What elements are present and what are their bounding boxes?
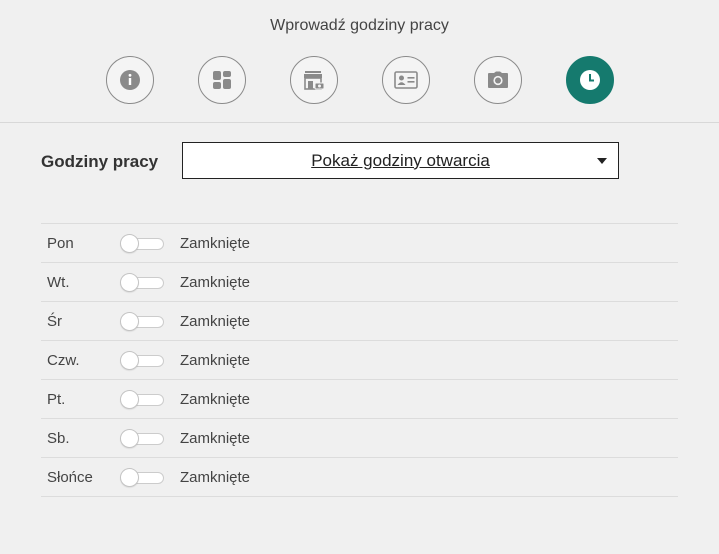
hours-label: Godziny pracy bbox=[41, 152, 159, 171]
day-status: Zamknięte bbox=[180, 352, 251, 369]
day-toggle[interactable] bbox=[120, 390, 164, 409]
step-contact-button[interactable] bbox=[382, 56, 430, 104]
day-row: Śr Zamknięte bbox=[41, 302, 678, 341]
day-row: Słońce Zamknięte bbox=[41, 458, 678, 497]
toggle-knob bbox=[120, 429, 139, 448]
day-name: Sb. bbox=[47, 430, 70, 447]
toggle-knob bbox=[120, 312, 139, 331]
clock-icon bbox=[580, 70, 600, 90]
day-toggle[interactable] bbox=[120, 429, 164, 448]
day-name: Pon bbox=[47, 235, 74, 252]
hours-dropdown[interactable]: Pokaż godziny otwarcia bbox=[182, 142, 619, 179]
page-title: Wprowadź godziny pracy bbox=[270, 17, 449, 34]
day-name: Pt. bbox=[47, 391, 66, 408]
day-row: Wt. Zamknięte bbox=[41, 263, 678, 302]
toggle-knob bbox=[120, 273, 139, 292]
toggle-knob bbox=[120, 351, 139, 370]
day-toggle[interactable] bbox=[120, 312, 164, 331]
day-name: Czw. bbox=[47, 352, 80, 369]
day-row: Pt. Zamknięte bbox=[41, 380, 678, 419]
step-hours-button[interactable] bbox=[566, 56, 614, 104]
hours-dropdown-value: Pokaż godziny otwarcia bbox=[311, 150, 490, 170]
day-name: Wt. bbox=[47, 274, 70, 291]
day-status: Zamknięte bbox=[180, 430, 251, 447]
header-divider bbox=[0, 122, 719, 123]
day-row: Czw. Zamknięte bbox=[41, 341, 678, 380]
step-layout-button[interactable] bbox=[198, 56, 246, 104]
day-status: Zamknięte bbox=[180, 391, 251, 408]
step-photo-button[interactable] bbox=[474, 56, 522, 104]
day-status: Zamknięte bbox=[180, 313, 251, 330]
day-toggle[interactable] bbox=[120, 234, 164, 253]
info-icon bbox=[120, 70, 140, 90]
day-status: Zamknięte bbox=[180, 469, 251, 486]
step-store-button[interactable] bbox=[290, 56, 338, 104]
day-name: Słońce bbox=[47, 469, 93, 486]
toggle-knob bbox=[120, 390, 139, 409]
day-name: Śr bbox=[47, 313, 62, 330]
days-list: Pon Zamknięte Wt. Zamknięte Śr Zamknięte… bbox=[41, 223, 678, 497]
day-toggle[interactable] bbox=[120, 273, 164, 292]
contact-card-icon bbox=[394, 71, 418, 89]
toggle-knob bbox=[120, 234, 139, 253]
layout-icon bbox=[213, 71, 231, 89]
step-info-button[interactable] bbox=[106, 56, 154, 104]
day-toggle[interactable] bbox=[120, 468, 164, 487]
day-status: Zamknięte bbox=[180, 235, 251, 252]
toggle-knob bbox=[120, 468, 139, 487]
day-status: Zamknięte bbox=[180, 274, 251, 291]
caret-down-icon bbox=[597, 158, 607, 164]
wizard-steps bbox=[106, 56, 614, 104]
camera-icon bbox=[488, 71, 508, 88]
day-row: Sb. Zamknięte bbox=[41, 419, 678, 458]
store-icon bbox=[304, 71, 325, 90]
day-toggle[interactable] bbox=[120, 351, 164, 370]
day-row: Pon Zamknięte bbox=[41, 224, 678, 263]
